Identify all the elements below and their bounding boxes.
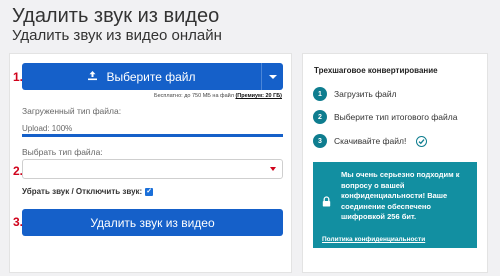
step-item-choose-type: 2 Выберите тип итогового файла [313,110,457,124]
upload-status: Upload: 100% [22,124,73,133]
step-badge: 3 [313,134,327,148]
steps-sidebar: Трехшаговое конвертирование 1 Загрузить … [302,53,488,273]
security-text: Мы очень серьезно подходим к вопросу о в… [341,170,460,221]
remove-audio-button[interactable]: Удалить звук из видео [22,209,283,236]
step-label: Загрузить файл [334,89,397,99]
mute-option: Убрать звук / Отключить звук: ✓ [22,187,154,196]
chevron-down-icon [268,74,277,79]
page-subtitle: Удалить звук из видео онлайн [12,27,222,44]
chevron-down-icon [270,167,276,171]
lock-icon [322,194,331,212]
converter-panel: 1. Выберите файл Бесплатно: до 750 МБ на… [9,53,292,273]
step-item-upload: 1 Загрузить файл [313,87,397,101]
premium-link[interactable]: (Премиум: 20 ГБ) [235,93,282,99]
choose-file-dropdown[interactable] [261,63,283,90]
file-limit-note: Бесплатно: до 750 МБ на файл (Премиум: 2… [154,93,282,99]
step-label: Скачивайте файл! [334,136,407,146]
choose-file-button[interactable]: Выберите файл [22,63,283,90]
uploaded-type-label: Загруженный тип файла: [22,106,122,116]
upload-icon [87,70,98,84]
mute-label: Убрать звук / Отключить звук: [22,187,143,196]
step-badge: 2 [313,110,327,124]
privacy-policy-link[interactable]: Политика конфиденциальности [322,236,425,243]
output-type-label: Выбрать тип файла: [22,147,103,157]
choose-file-label: Выберите файл [106,69,196,84]
choose-file-main[interactable]: Выберите файл [22,63,261,90]
upload-progress-fill [22,134,283,137]
mute-checkbox[interactable]: ✓ [145,187,154,196]
limit-text: Бесплатно: до 750 МБ на файл [153,93,234,99]
output-type-select[interactable] [22,159,283,179]
step-label: Выберите тип итогового файла [334,112,458,122]
upload-progress-bar [22,134,283,137]
step-item-download: 3 Скачивайте файл! [313,134,428,148]
step-badge: 1 [313,87,327,101]
security-notice: Мы очень серьезно подходим к вопросу о в… [313,162,477,248]
page-title: Удалить звук из видео [12,5,220,27]
check-circle-icon [416,135,428,147]
steps-title: Трехшаговое конвертирование [314,66,438,75]
